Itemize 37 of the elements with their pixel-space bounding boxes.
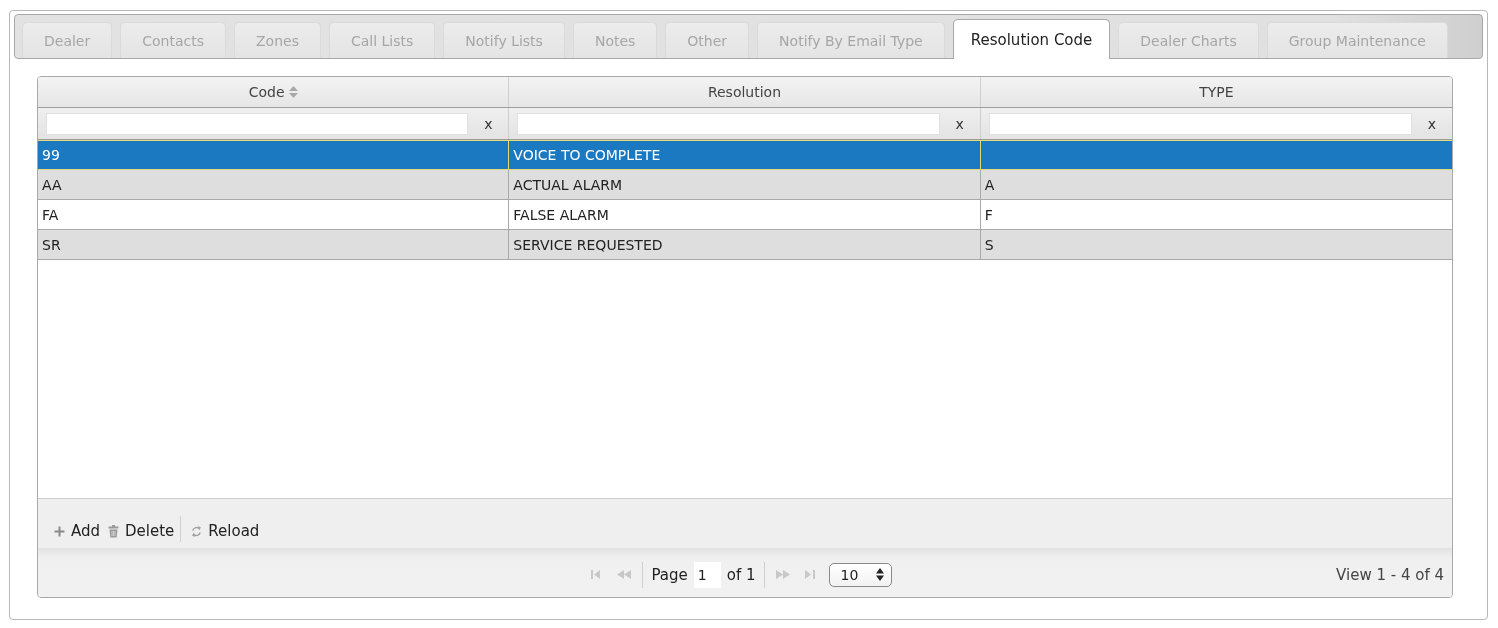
plus-icon <box>54 525 65 537</box>
column-header[interactable]: Code <box>38 77 510 107</box>
updown-icon <box>875 568 884 581</box>
filter-field[interactable] <box>46 112 469 135</box>
table-cell: VOICE TO COMPLETE <box>513 147 661 163</box>
table-cell: ACTUAL ALARM <box>513 176 623 193</box>
clear-filter-button[interactable]: x <box>468 115 509 132</box>
trash-icon <box>108 524 120 538</box>
table-row[interactable]: SR SERVICE REQUESTED S <box>38 230 1452 260</box>
tab[interactable]: Resolution Code <box>952 19 1111 59</box>
page-count: of 1 <box>726 565 756 584</box>
column-header[interactable]: Resolution <box>509 77 981 107</box>
table-cell: S <box>984 236 994 253</box>
table-row[interactable]: FA FALSE ALARM F <box>38 200 1452 230</box>
reload-button[interactable]: Reload <box>187 520 264 542</box>
clear-filter-button[interactable]: x <box>939 115 980 132</box>
table-cell: SR <box>42 236 61 253</box>
table-cell: 99 <box>42 147 60 163</box>
page-size-select[interactable]: 10 <box>828 562 892 587</box>
table-cell: FALSE ALARM <box>513 206 609 223</box>
table-cell: F <box>984 206 993 223</box>
record-count: View 1 - 4 of 4 <box>1336 565 1444 584</box>
reload-icon <box>191 524 203 538</box>
page-label: Page <box>651 565 688 584</box>
column-header[interactable]: TYPE <box>980 77 1452 107</box>
page-field[interactable]: 1 <box>693 561 721 588</box>
table-cell: A <box>984 176 995 193</box>
filter-field[interactable] <box>517 112 940 135</box>
add-button[interactable]: Add <box>50 520 105 542</box>
table-row[interactable]: AA ACTUAL ALARM A <box>38 170 1452 200</box>
filter-field[interactable] <box>988 112 1412 135</box>
table-row[interactable]: 99 VOICE TO COMPLETE <box>38 140 1452 170</box>
table-cell: SERVICE REQUESTED <box>513 236 663 253</box>
table-cell: AA <box>42 176 62 193</box>
table-cell: FA <box>42 206 59 223</box>
delete-button[interactable]: Delete <box>104 520 179 542</box>
clear-filter-button[interactable]: x <box>1412 115 1452 132</box>
